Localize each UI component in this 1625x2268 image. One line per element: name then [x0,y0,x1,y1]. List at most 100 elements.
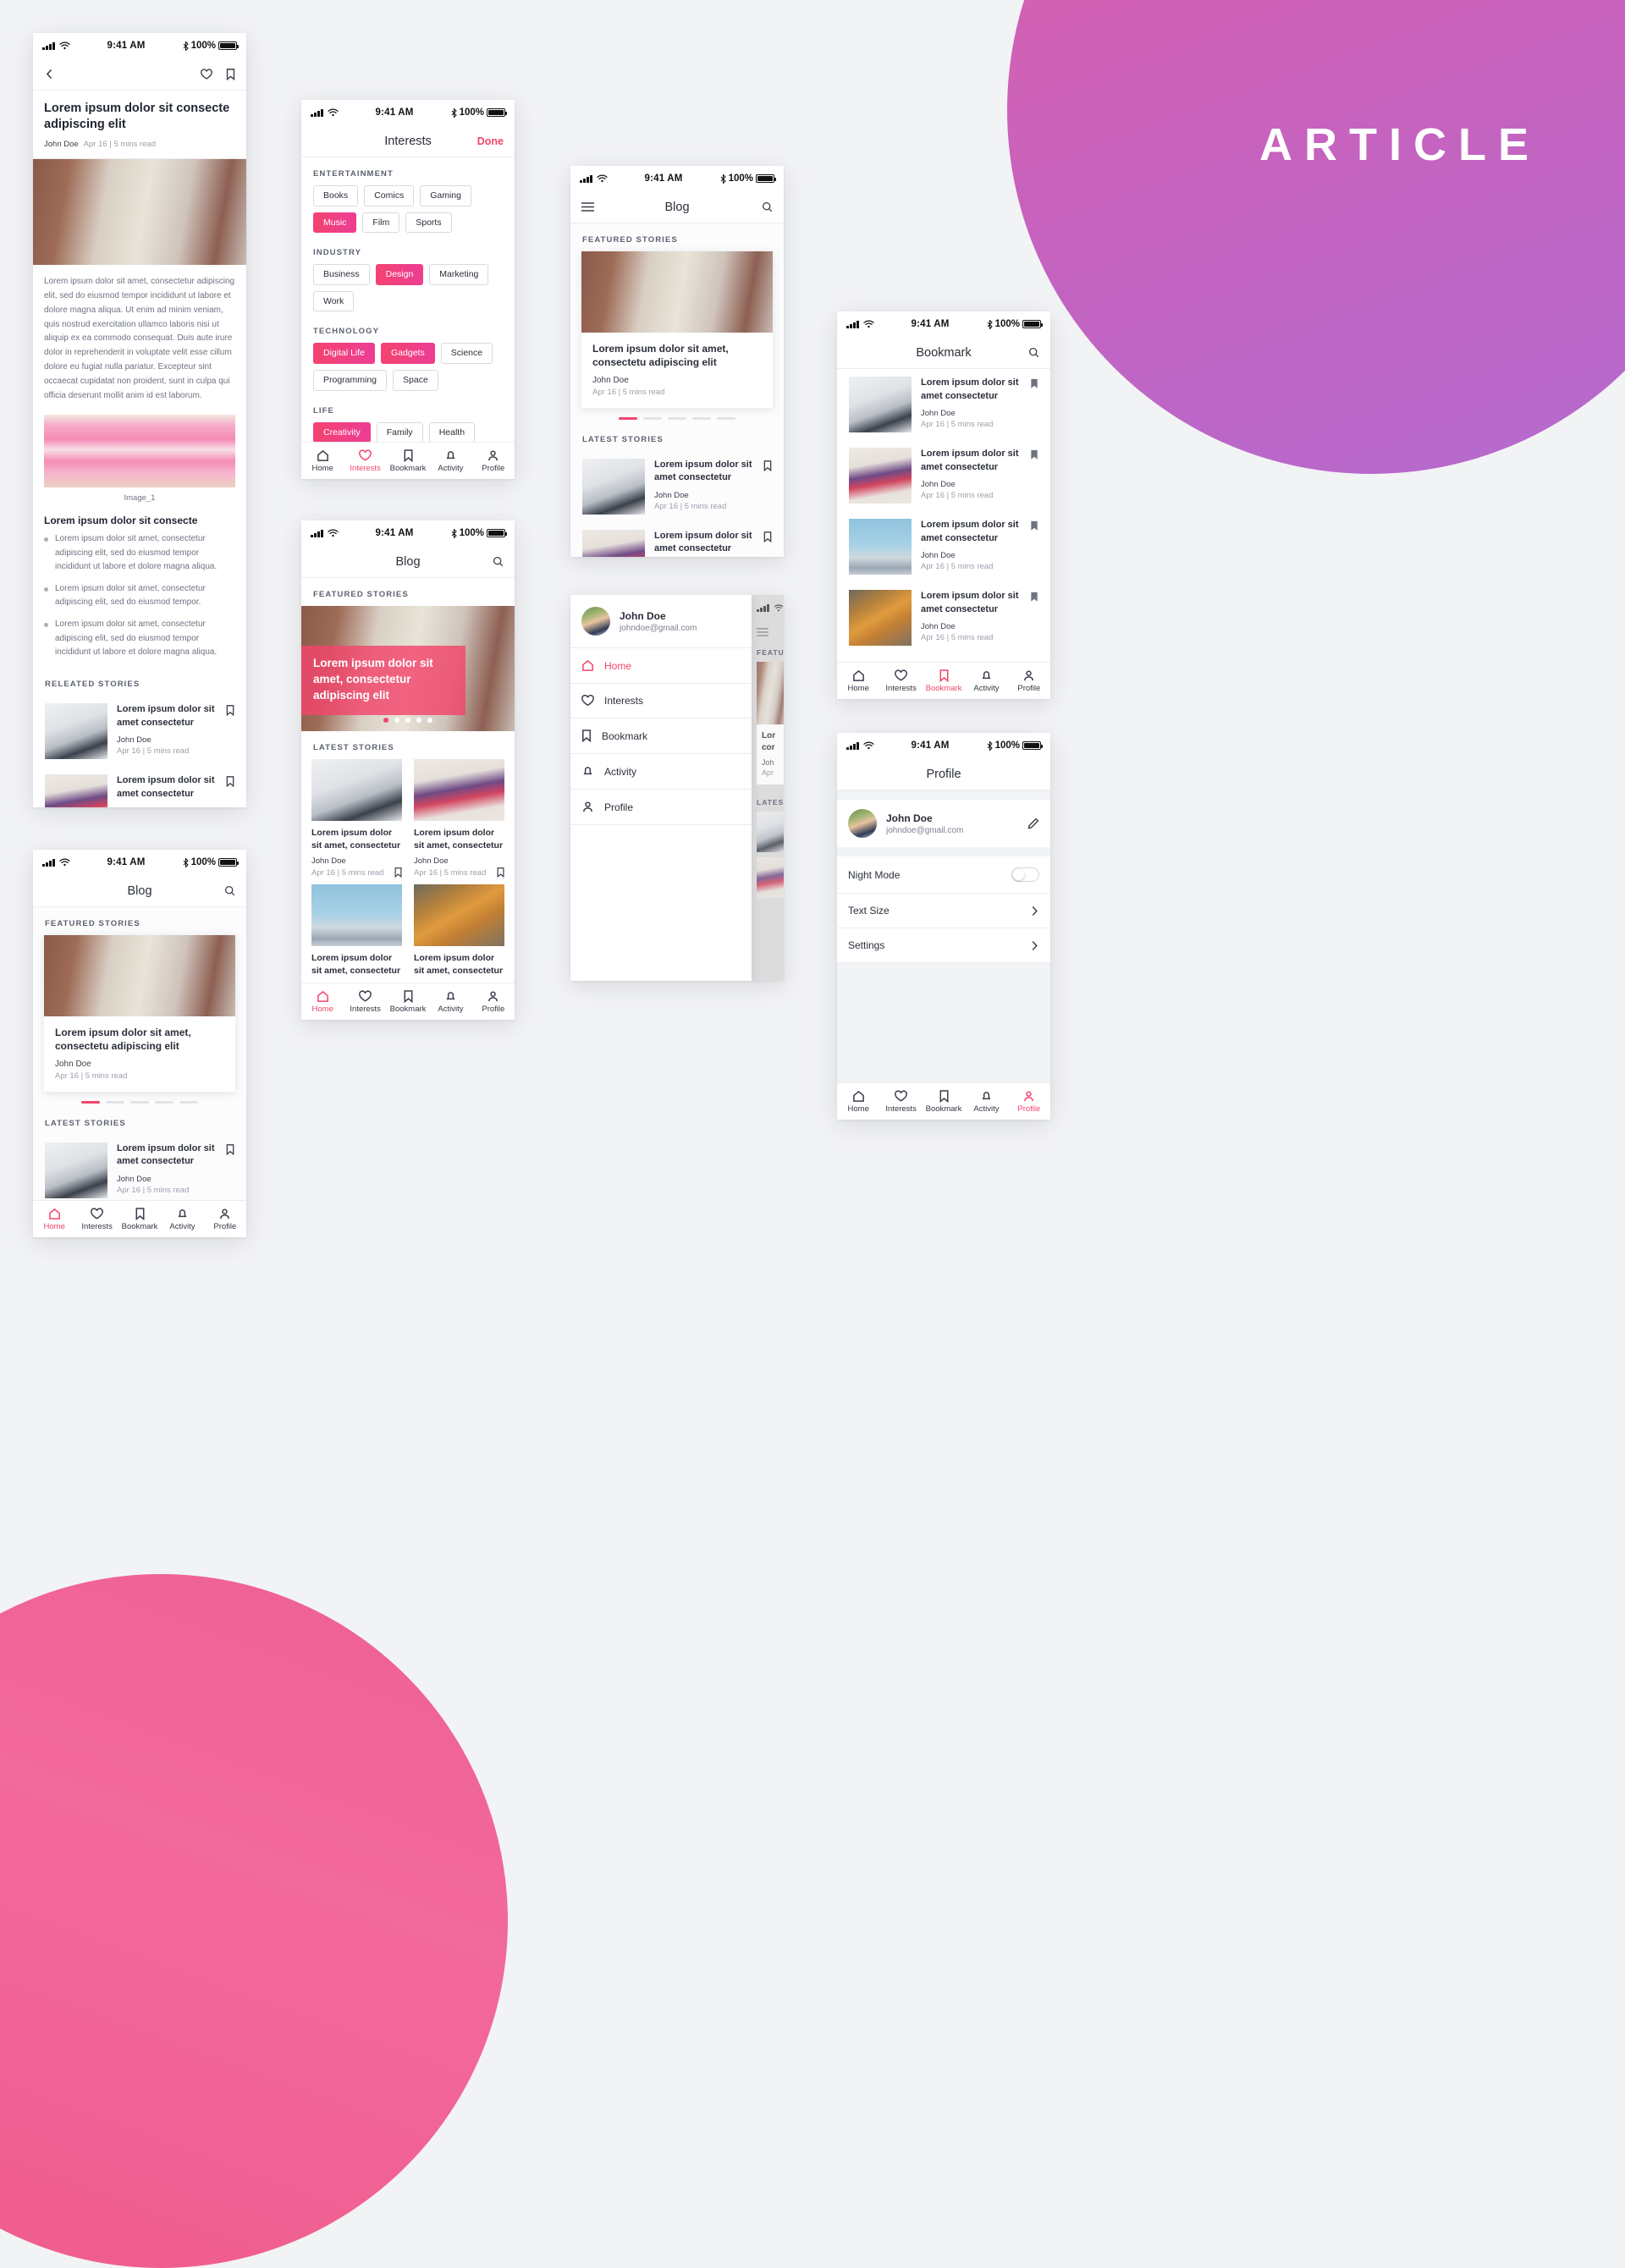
tab-profile[interactable]: Profile [1008,669,1050,693]
bookmark-icon[interactable] [763,460,772,471]
tab-home[interactable]: Home [33,1208,75,1231]
tab-home[interactable]: Home [301,449,344,473]
bookmark-icon[interactable] [226,776,234,787]
status-time: 9:41 AM [874,319,987,329]
chip-marketing[interactable]: Marketing [429,264,488,285]
bookmark-icon[interactable] [226,1144,234,1155]
chip-digital-life[interactable]: Digital Life [313,343,375,364]
tab-profile[interactable]: Profile [1008,1090,1050,1114]
tab-home[interactable]: Home [837,1090,879,1114]
chip-creativity[interactable]: Creativity [313,422,371,442]
chip-programming[interactable]: Programming [313,370,387,391]
search-icon[interactable] [493,556,504,567]
wifi-icon [597,174,608,183]
chip-sports[interactable]: Sports [405,212,451,234]
bookmark-filled-icon[interactable] [1030,520,1038,531]
tab-profile[interactable]: Profile [204,1208,246,1231]
tab-bookmark[interactable]: Bookmark [387,449,429,473]
bookmark-icon[interactable] [226,69,235,80]
bookmark-filled-icon[interactable] [1030,378,1038,389]
back-chevron-left-icon[interactable] [44,69,55,80]
tab-bookmark[interactable]: Bookmark [923,669,965,693]
related-story-row[interactable]: Lorem ipsum dolor sit amet consectetur J… [33,767,246,807]
featured-story-card[interactable]: Lorem ipsum dolor sit amet, consectetu a… [44,935,235,1092]
tab-activity[interactable]: Activity [965,669,1007,693]
profile-row-night-mode[interactable]: Night Mode [837,856,1050,894]
tab-activity[interactable]: Activity [429,449,471,473]
tab-interests[interactable]: Interests [75,1208,118,1231]
chip-comics[interactable]: Comics [364,185,414,206]
profile-user-card[interactable]: John Doe johndoe@gmail.com [837,800,1050,847]
drawer-item-interests[interactable]: Interests [570,684,752,718]
tab-activity[interactable]: Activity [161,1208,203,1231]
tab-home[interactable]: Home [837,669,879,693]
profile-row-settings[interactable]: Settings [837,928,1050,963]
bookmark-filled-icon[interactable] [1030,592,1038,603]
tab-interests[interactable]: Interests [879,1090,922,1114]
hamburger-menu-icon[interactable] [581,202,594,212]
drawer-scrim[interactable]: FEATU Lor cor Joh Apr LATES [752,595,784,981]
search-icon[interactable] [1028,347,1039,358]
pencil-icon[interactable] [1027,817,1039,829]
chip-work[interactable]: Work [313,291,354,312]
night-mode-toggle[interactable] [1011,867,1039,882]
chip-business[interactable]: Business [313,264,370,285]
chip-music[interactable]: Music [313,212,356,234]
chip-books[interactable]: Books [313,185,358,206]
carousel-pager[interactable] [301,718,515,723]
grid-card[interactable]: Lorem ipsum dolor sit amet, consectetur … [311,884,402,983]
tab-home[interactable]: Home [301,990,344,1014]
tab-bookmark[interactable]: Bookmark [118,1208,161,1231]
bookmark-row[interactable]: Lorem ipsum dolor sit amet consectetur J… [837,582,1050,653]
drawer-item-bookmark[interactable]: Bookmark [570,718,752,754]
chip-space[interactable]: Space [393,370,438,391]
featured-carousel[interactable]: Lorem ipsum dolor sit amet, consectetur … [301,606,515,731]
latest-story-row[interactable]: Lorem ipsum dolor sit amet consectetur J… [570,451,784,522]
like-heart-icon[interactable] [201,69,212,80]
tab-activity[interactable]: Activity [965,1090,1007,1114]
tab-activity[interactable]: Activity [429,990,471,1014]
tab-profile[interactable]: Profile [472,449,515,473]
bookmark-icon[interactable] [763,531,772,542]
bookmark-row[interactable]: Lorem ipsum dolor sit amet consectetur J… [837,369,1050,440]
latest-story-row[interactable]: Lorem ipsum dolor sit amet consectetur J… [33,1135,246,1200]
tab-interests[interactable]: Interests [879,669,922,693]
drawer-item-profile[interactable]: Profile [570,790,752,825]
tab-interests[interactable]: Interests [344,449,386,473]
done-button[interactable]: Done [477,135,504,147]
search-icon[interactable] [224,885,235,896]
tab-bookmark[interactable]: Bookmark [923,1090,965,1114]
chip-gadgets[interactable]: Gadgets [381,343,435,364]
profile-row-text-size[interactable]: Text Size [837,894,1050,928]
drawer-user-header[interactable]: John Doe johndoe@gmail.com [570,595,752,648]
tab-interests[interactable]: Interests [344,990,386,1014]
bookmark-row[interactable]: Lorem ipsum dolor sit amet consectetur J… [837,511,1050,582]
bookmark-icon[interactable] [497,867,504,878]
tab-bookmark[interactable]: Bookmark [387,990,429,1014]
carousel-pager[interactable] [570,408,784,423]
bookmark-icon[interactable] [394,867,402,878]
profile-row-label: Night Mode [848,869,1011,881]
grid-card[interactable]: Lorem ipsum dolor sit amet, consectetur … [414,759,504,884]
status-time: 9:41 AM [874,740,987,751]
chip-family[interactable]: Family [377,422,423,442]
chip-science[interactable]: Science [441,343,493,364]
latest-story-row[interactable]: Lorem ipsum dolor sit amet consectetur J… [570,522,784,557]
bookmark-row[interactable]: Lorem ipsum dolor sit amet consectetur J… [837,440,1050,511]
chip-film[interactable]: Film [362,212,399,234]
featured-story-card[interactable]: Lorem ipsum dolor sit amet, consectetu a… [581,251,773,408]
search-icon[interactable] [762,201,773,212]
drawer-item-activity[interactable]: Activity [570,754,752,790]
grid-card[interactable]: Lorem ipsum dolor sit amet, consectetur … [414,884,504,983]
grid-card[interactable]: Lorem ipsum dolor sit amet, consectetur … [311,759,402,884]
carousel-pager[interactable] [33,1092,246,1107]
related-story-row[interactable]: Lorem ipsum dolor sit amet consectetur J… [33,696,246,767]
chip-gaming[interactable]: Gaming [420,185,471,206]
chip-health[interactable]: Health [429,422,475,442]
wifi-icon [328,529,339,537]
tab-profile[interactable]: Profile [472,990,515,1014]
bookmark-icon[interactable] [226,705,234,716]
drawer-item-home[interactable]: Home [570,648,752,684]
chip-design[interactable]: Design [376,264,424,285]
bookmark-filled-icon[interactable] [1030,449,1038,460]
